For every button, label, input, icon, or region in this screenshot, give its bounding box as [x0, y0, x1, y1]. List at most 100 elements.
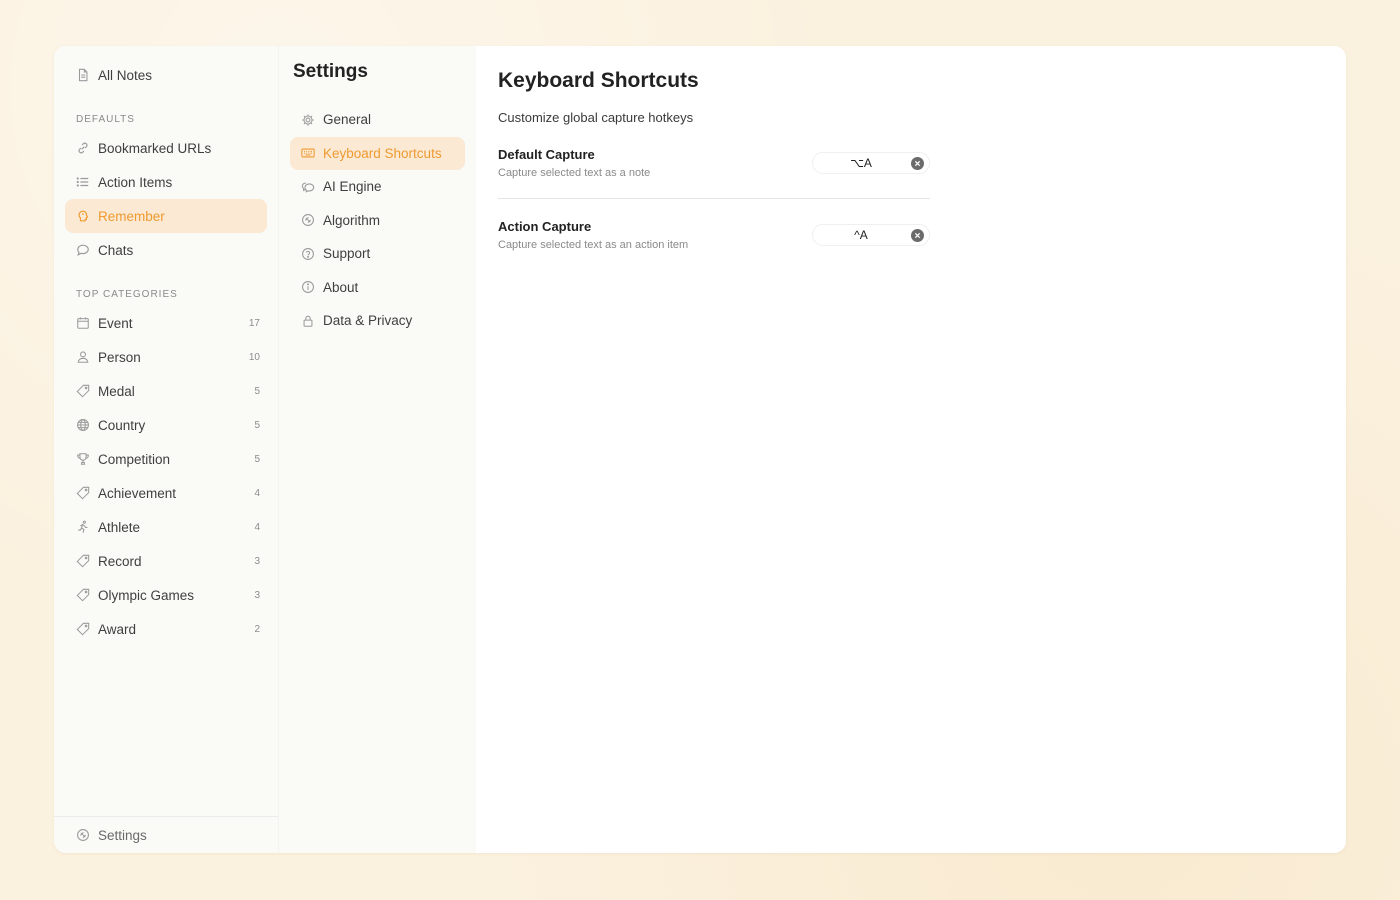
settings-item-label: Algorithm: [323, 212, 381, 228]
defaults-section-title: DEFAULTS: [76, 114, 135, 125]
category-count: 3: [254, 555, 260, 567]
settings-item-ai-engine[interactable]: AI Engine: [290, 170, 465, 203]
settings-item-label: Data & Privacy: [323, 313, 413, 328]
runner-icon: [76, 520, 90, 534]
category-label: Record: [98, 553, 142, 569]
tag-icon: [76, 588, 90, 602]
category-count: 5: [254, 419, 260, 431]
shortcut-description: Capture selected text as a note: [498, 167, 651, 179]
clear-hotkey-button[interactable]: [911, 157, 924, 170]
category-item-event[interactable]: Event 17: [65, 306, 267, 340]
shortcut-text: Default Capture Capture selected text as…: [498, 147, 650, 179]
settings-item-data-privacy[interactable]: Data & Privacy: [290, 304, 465, 337]
category-item-country[interactable]: Country 5: [65, 408, 267, 442]
category-count: 4: [254, 521, 260, 533]
settings-icon: [76, 828, 90, 842]
sidebar-item-chats[interactable]: Chats: [65, 233, 267, 267]
sidebar-settings-button[interactable]: Settings: [54, 816, 278, 853]
sidebar-item-label: Action Items: [98, 174, 173, 190]
category-count: 5: [254, 453, 260, 465]
category-item-competition[interactable]: Competition 5: [65, 442, 267, 476]
category-label: Achievement: [98, 485, 177, 501]
hotkey-recorder-default-capture[interactable]: ⌥A: [812, 152, 930, 174]
settings-item-label: Support: [323, 246, 371, 261]
category-label: Olympic Games: [98, 587, 195, 603]
ai-icon: [301, 180, 315, 194]
shortcut-title: Action Capture: [498, 219, 592, 234]
category-label: Country: [98, 417, 146, 433]
category-label: Award: [98, 621, 137, 637]
settings-item-general[interactable]: General: [290, 103, 465, 136]
page-title: Keyboard Shortcuts: [498, 69, 699, 92]
sidebar-item-label: Remember: [98, 208, 165, 224]
sidebar-item-label: Bookmarked URLs: [98, 140, 212, 156]
category-item-award[interactable]: Award 2: [65, 612, 267, 646]
sidebar-footer-label: Settings: [98, 827, 147, 843]
shortcut-description: Capture selected text as an action item: [498, 239, 689, 251]
tag-icon: [76, 384, 90, 398]
settings-item-label: General: [323, 112, 372, 127]
hotkey-value: ^A: [854, 228, 868, 242]
category-label: Athlete: [98, 519, 141, 535]
hotkey-value: ⌥A: [850, 156, 872, 170]
close-icon: [914, 160, 921, 167]
lock-icon: [301, 314, 315, 328]
settings-title: Settings: [293, 61, 368, 82]
shortcut-title: Default Capture: [498, 147, 595, 162]
sidebar-item-remember[interactable]: Remember: [65, 199, 267, 233]
settings-item-keyboard-shortcuts[interactable]: Keyboard Shortcuts: [290, 136, 465, 170]
settings-nav: Settings General Keyboard Shortcuts AI E…: [278, 46, 476, 853]
brain-icon: [76, 209, 90, 223]
algorithm-icon: [301, 213, 315, 227]
clear-hotkey-button[interactable]: [911, 229, 924, 242]
settings-item-about[interactable]: About: [290, 271, 465, 304]
category-label: Competition: [98, 451, 171, 467]
list-icon: [76, 175, 90, 189]
settings-item-support[interactable]: Support: [290, 237, 465, 270]
hotkey-recorder-action-capture[interactable]: ^A: [812, 224, 930, 246]
category-item-medal[interactable]: Medal 5: [65, 374, 267, 408]
category-label: Person: [98, 349, 141, 365]
category-label: Medal: [98, 383, 135, 399]
category-count: 5: [254, 385, 260, 397]
chat-bubble-icon: [76, 243, 90, 257]
help-icon: [301, 247, 315, 261]
keyboard-icon: [301, 146, 315, 160]
sidebar-item-all-notes[interactable]: All Notes: [65, 58, 267, 92]
category-count: 4: [254, 487, 260, 499]
category-item-record[interactable]: Record 3: [65, 544, 267, 578]
categories-section-title: TOP CATEGORIES: [76, 289, 178, 300]
close-icon: [914, 232, 921, 239]
tag-icon: [76, 554, 90, 568]
sidebar-item-action-items[interactable]: Action Items: [65, 165, 267, 199]
settings-item-algorithm[interactable]: Algorithm: [290, 204, 465, 237]
globe-icon: [76, 418, 90, 432]
tag-icon: [76, 486, 90, 500]
tag-icon: [76, 622, 90, 636]
shortcut-row-default-capture: Default Capture Capture selected text as…: [498, 147, 930, 199]
document-icon: [76, 68, 90, 82]
app-window: All Notes DEFAULTS Bookmarked URLs Actio…: [54, 46, 1346, 853]
category-count: 3: [254, 589, 260, 601]
settings-item-label: About: [323, 279, 359, 295]
shortcut-text: Action Capture Capture selected text as …: [498, 219, 688, 251]
category-item-olympic-games[interactable]: Olympic Games 3: [65, 578, 267, 612]
category-item-achievement[interactable]: Achievement 4: [65, 476, 267, 510]
sidebar-item-bookmarked-urls[interactable]: Bookmarked URLs: [65, 131, 267, 165]
sidebar-item-label: All Notes: [98, 67, 153, 83]
calendar-icon: [76, 316, 90, 330]
main-content: Keyboard Shortcuts Customize global capt…: [476, 46, 1346, 853]
settings-item-label: Keyboard Shortcuts: [323, 145, 442, 161]
category-label: Event: [98, 315, 133, 331]
gear-icon: [301, 113, 315, 127]
sidebar: All Notes DEFAULTS Bookmarked URLs Actio…: [54, 46, 278, 853]
trophy-icon: [76, 452, 90, 466]
page-subtitle: Customize global capture hotkeys: [498, 110, 694, 125]
category-count: 17: [248, 317, 260, 329]
category-count: 2: [254, 623, 260, 635]
category-count: 10: [248, 351, 260, 363]
category-item-athlete[interactable]: Athlete 4: [65, 510, 267, 544]
sidebar-item-label: Chats: [98, 242, 134, 258]
category-item-person[interactable]: Person 10: [65, 340, 267, 374]
person-icon: [76, 350, 90, 364]
